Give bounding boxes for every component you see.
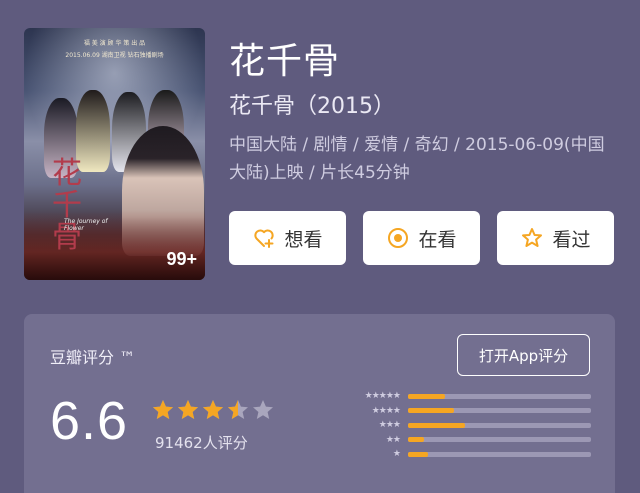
rating-distribution-row: ★★ bbox=[346, 433, 591, 448]
distribution-star-label: ★★★★★ bbox=[364, 391, 401, 402]
movie-title: 花千骨 bbox=[229, 41, 341, 82]
star-full-icon bbox=[153, 400, 173, 419]
rating-stars bbox=[151, 398, 275, 422]
watched-label: 看过 bbox=[552, 228, 591, 251]
star-outline-icon bbox=[520, 226, 544, 250]
rating-distribution-row: ★ bbox=[346, 447, 591, 462]
rating-distribution: ★★★★★ ★★★★ ★★★ ★★ ★ bbox=[346, 389, 591, 462]
poster-date-line: 2015.06.09 湖南卫视 钻石独播剧场 bbox=[65, 52, 164, 59]
watching-button[interactable]: 在看 bbox=[363, 211, 480, 265]
distribution-star-label: ★★ bbox=[385, 434, 401, 445]
watching-label: 在看 bbox=[418, 228, 457, 251]
star-full-icon bbox=[178, 400, 198, 419]
watched-button[interactable]: 看过 bbox=[497, 211, 614, 265]
star-empty-icon bbox=[253, 400, 273, 419]
distribution-bar-fill bbox=[408, 451, 429, 457]
distribution-star-label: ★★★★ bbox=[371, 405, 401, 416]
rating-distribution-row: ★★★★ bbox=[346, 404, 591, 419]
distribution-bar-fill bbox=[408, 422, 465, 428]
distribution-bar-track bbox=[408, 437, 591, 443]
distribution-bar-fill bbox=[408, 437, 425, 443]
poster-tagline: 福 美 演 顾 华 策 出 品 bbox=[83, 40, 146, 47]
movie-meta: 中国大陆 / 剧情 / 爱情 / 奇幻 / 2015-06-09(中国大陆)上映… bbox=[229, 135, 605, 183]
distribution-star-label: ★★★ bbox=[378, 420, 401, 431]
rating-label: 豆瓣评分 ™ bbox=[50, 348, 136, 367]
rating-score: 6.6 bbox=[50, 391, 129, 451]
rating-count[interactable]: 91462人评分 bbox=[155, 432, 248, 453]
distribution-star-label: ★ bbox=[392, 449, 401, 460]
poster-english-title: The Journey of Flower bbox=[64, 218, 108, 232]
rating-panel: 豆瓣评分 ™ 打开App评分 6.6 91462人评分 ★★★★★ ★★★★ ★★★… bbox=[24, 314, 615, 493]
poster-calligraphy-title: 花千骨 bbox=[52, 156, 82, 255]
photo-count-badge[interactable]: 99+ bbox=[166, 249, 197, 270]
movie-poster[interactable]: 福 美 演 顾 华 策 出 品 2015.06.09 湖南卫视 钻石独播剧场 花… bbox=[24, 28, 205, 280]
want-to-watch-button[interactable]: 想看 bbox=[229, 211, 346, 265]
rating-distribution-row: ★★★★★ bbox=[346, 389, 591, 404]
star-full-icon bbox=[203, 400, 223, 419]
original-title: 花千骨（2015） bbox=[229, 94, 395, 119]
distribution-bar-track bbox=[408, 422, 591, 428]
open-app-rate-button[interactable]: 打开App评分 bbox=[457, 334, 590, 376]
distribution-bar-fill bbox=[408, 393, 445, 399]
distribution-bar-fill bbox=[408, 408, 454, 414]
rating-distribution-row: ★★★ bbox=[346, 418, 591, 433]
distribution-bar-track bbox=[408, 408, 591, 414]
star-half-icon bbox=[228, 400, 248, 419]
target-circle-icon bbox=[386, 226, 410, 250]
distribution-bar-track bbox=[408, 451, 591, 457]
distribution-bar-track bbox=[408, 393, 591, 399]
want-to-watch-label: 想看 bbox=[284, 228, 323, 251]
heart-plus-icon bbox=[252, 226, 276, 250]
